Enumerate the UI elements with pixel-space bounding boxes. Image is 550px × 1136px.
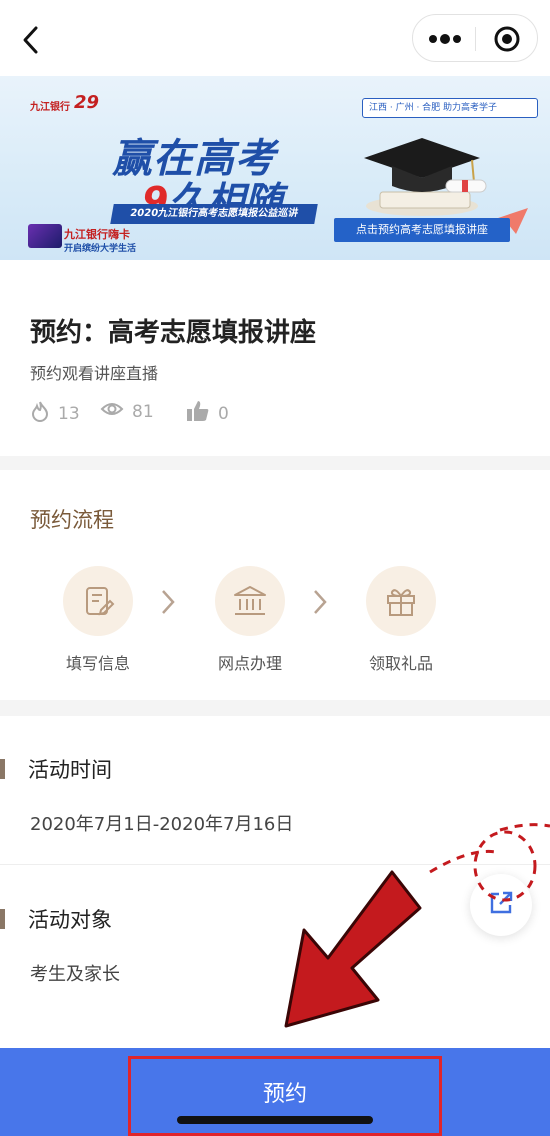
chevron-right-icon [160,588,176,624]
book-button[interactable]: 预约 [128,1056,442,1136]
capsule-divider [475,27,476,51]
like-stat[interactable]: 0 [186,400,229,427]
like-count: 0 [218,403,229,424]
chevron-left-icon[interactable] [16,22,48,58]
share-button[interactable] [470,874,532,936]
anniversary-logo: 29 [74,92,100,113]
home-indicator [177,1116,373,1124]
bank-logo: 九江银行 [30,102,70,113]
target-heading: 活动对象 [0,904,112,934]
event-title: 预约：高考志愿填报讲座 [30,318,317,348]
event-info-card: 预约：高考志愿填报讲座 预约观看讲座直播 13 81 0 [0,260,550,456]
eye-icon [100,400,132,423]
bank-card-image [28,224,62,248]
section-marker [0,909,5,929]
form-edit-icon [63,566,133,636]
more-dots-icon[interactable] [427,30,463,48]
process-heading: 预约流程 [30,508,114,532]
divider [0,864,550,865]
target-heading-text: 活动对象 [28,908,112,932]
flame-icon [30,400,58,427]
process-step-gift: 领取礼品 [331,566,471,674]
time-heading-text: 活动时间 [28,758,112,782]
card-subtitle: 开启缤纷大学生活 [64,244,137,254]
top-nav-bar [0,0,550,76]
view-count: 81 [132,401,154,422]
step-label: 领取礼品 [368,654,433,673]
mini-program-capsule [412,14,538,62]
hot-stat: 13 [30,400,80,427]
hot-count: 13 [58,403,80,424]
card-title: 九江银行嗨卡 [64,228,130,241]
time-heading: 活动时间 [0,754,112,784]
target-circle-icon[interactable] [493,25,521,53]
banner-ribbon: 2020九江银行高考志愿填报公益巡讲 [110,204,318,224]
view-stat: 81 [100,400,154,423]
event-banner[interactable]: 九江银行 29 赢在高考 9久相随 2020九江银行高考志愿填报公益巡讲 江西 … [0,76,550,260]
banner-locations: 江西 · 广州 · 合肥 助力高考学子 [362,98,538,118]
target-value: 考生及家长 [30,964,120,985]
banner-cta[interactable]: 点击预约高考志愿填报讲座 [334,218,510,242]
booking-process-section: 预约流程 填写信息 网点办理 领取礼品 [0,470,550,700]
process-step-fill-info: 填写信息 [28,566,168,674]
gift-icon [366,566,436,636]
thumbs-up-icon[interactable] [186,400,218,427]
bottom-action-bar: 预约 [0,1048,550,1136]
time-value: 2020年7月1日-2020年7月16日 [30,814,294,835]
graduation-cap-icon [362,132,492,222]
step-label: 填写信息 [65,654,130,673]
process-step-branch: 网点办理 [180,566,320,674]
step-label: 网点办理 [217,654,282,673]
event-details-section: 活动时间 2020年7月1日-2020年7月16日 活动对象 考生及家长 [0,716,550,1048]
share-icon [488,890,514,920]
chevron-right-icon [312,588,328,624]
event-subtitle: 预约观看讲座直播 [30,364,159,383]
bank-building-icon [215,566,285,636]
section-marker [0,759,5,779]
